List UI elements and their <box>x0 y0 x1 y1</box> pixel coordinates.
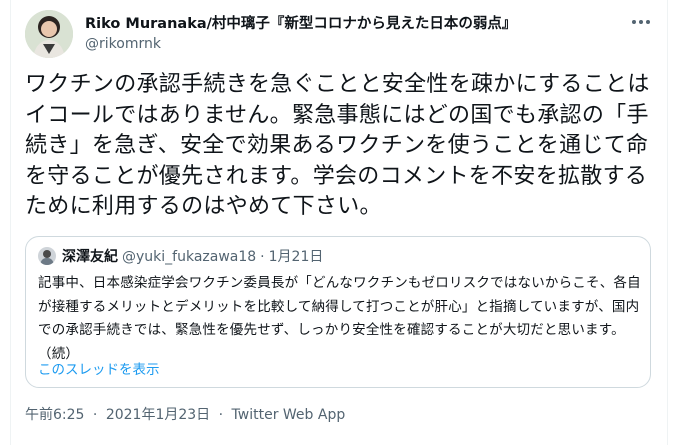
footer-separator: · <box>92 407 98 423</box>
show-thread-link[interactable]: このスレッドを表示 <box>38 358 160 378</box>
author-avatar[interactable] <box>25 10 73 58</box>
author-display-name[interactable]: Riko Muranaka/村中璃子『新型コロナから見えた日本の弱点』 <box>85 14 516 34</box>
quoted-avatar <box>38 247 56 265</box>
tweet-date[interactable]: 2021年1月23日 <box>106 407 210 423</box>
quoted-handle: @yuki_fukazawa18 <box>122 249 257 265</box>
quoted-date: 1月21日 <box>268 249 324 265</box>
tweet-footer: 午前6:25 · 2021年1月23日 · Twitter Web App <box>25 404 349 424</box>
quoted-tweet[interactable]: 深澤友紀 @yuki_fukazawa18 · 1月21日 記事中、日本感染症学会ワク… <box>25 236 651 388</box>
quoted-separator: · <box>260 249 265 265</box>
tweet-time[interactable]: 午前6:25 <box>25 407 84 423</box>
tweet-client[interactable]: Twitter Web App <box>232 407 346 423</box>
author-handle[interactable]: @rikomrnk <box>85 34 516 54</box>
tweet-card: Riko Muranaka/村中璃子『新型コロナから見えた日本の弱点』 @rik… <box>10 0 668 445</box>
more-options-icon[interactable] <box>629 12 653 32</box>
tweet-text: ワクチンの承認手続きを急ぐことと安全性を疎かにすることはイコールではありません。… <box>25 72 650 219</box>
quoted-text: 記事中、日本感染症学会ワクチン委員長が「どんなワクチンもゼロリスクではないからこ… <box>38 275 641 362</box>
tweet-header: Riko Muranaka/村中璃子『新型コロナから見えた日本の弱点』 @rik… <box>25 10 661 60</box>
quoted-display-name: 深澤友紀 <box>62 249 118 265</box>
quoted-header: 深澤友紀 @yuki_fukazawa18 · 1月21日 <box>38 247 323 267</box>
author-names: Riko Muranaka/村中璃子『新型コロナから見えた日本の弱点』 @rik… <box>85 14 516 54</box>
footer-separator: · <box>218 407 224 423</box>
